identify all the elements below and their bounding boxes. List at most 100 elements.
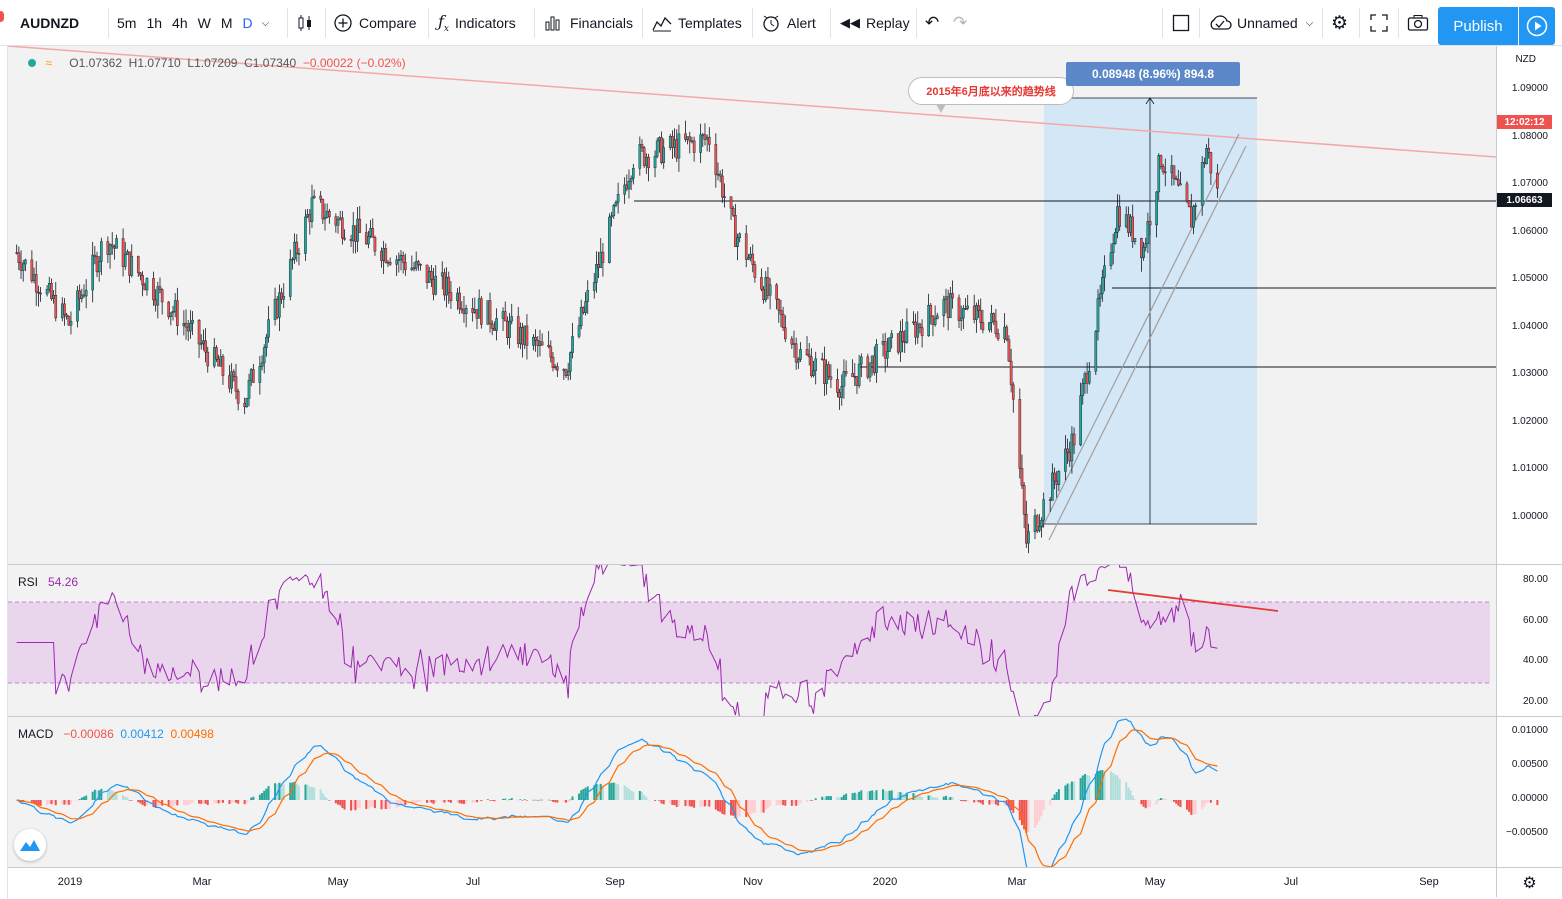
candle-body xyxy=(705,136,709,140)
candle-body xyxy=(395,259,398,265)
candle-body xyxy=(265,336,268,348)
candle-body xyxy=(768,284,772,296)
price-axis[interactable]: NZD 1.09000 1.08000 1.07000 1.06000 1.05… xyxy=(1496,46,1562,867)
macd-histogram-bar xyxy=(1144,800,1147,809)
macd-histogram-bar xyxy=(912,793,915,800)
axis-corner[interactable]: ⚙ xyxy=(1496,867,1562,897)
candle-body xyxy=(1040,519,1043,527)
macd-histogram-bar xyxy=(430,800,433,803)
templates-button[interactable]: Templates xyxy=(652,7,742,39)
candle-body xyxy=(1118,206,1121,227)
macd-histogram-bar xyxy=(814,798,817,800)
macd-histogram-bar xyxy=(304,784,307,800)
candle-body xyxy=(386,261,390,264)
timeframe-1h[interactable]: 1h xyxy=(141,15,167,31)
candle-body xyxy=(929,304,933,317)
fullscreen-toggle-button[interactable] xyxy=(1172,7,1190,39)
macd-histogram-bar xyxy=(1155,800,1158,805)
candle-body xyxy=(236,390,240,404)
macd-histogram-bar xyxy=(221,800,224,803)
chart-type-button[interactable] xyxy=(296,7,314,39)
candle-body xyxy=(493,328,496,331)
macd-histogram-bar xyxy=(191,800,194,803)
indicators-button[interactable]: ƒx Indicators xyxy=(438,7,516,39)
timeframe-4h[interactable]: 4h xyxy=(167,15,193,31)
candle-body xyxy=(1155,191,1158,226)
macd-histogram-bar xyxy=(882,789,885,800)
macd-histogram-bar xyxy=(960,800,963,802)
macd-histogram-bar xyxy=(853,792,856,800)
play-button[interactable] xyxy=(1519,7,1555,45)
candle-body xyxy=(1018,399,1022,469)
candle-body xyxy=(1127,214,1130,233)
candle-body xyxy=(1157,155,1161,193)
macd-histogram-bar xyxy=(608,783,611,800)
publish-button[interactable]: Publish xyxy=(1438,7,1518,45)
signal-line xyxy=(16,729,1218,868)
macd-histogram-bar xyxy=(701,800,704,807)
settings-button[interactable]: ⚙ xyxy=(1331,7,1348,39)
macd-histogram-bar xyxy=(91,791,94,800)
candle-body xyxy=(807,354,811,358)
candle-body xyxy=(443,272,446,296)
layout-save-button[interactable]: Unnamed ⌵ xyxy=(1208,7,1313,39)
macd-histogram-bar xyxy=(384,800,387,810)
candle-body xyxy=(76,290,79,322)
candle-body xyxy=(1094,331,1098,372)
alert-button[interactable]: Alert xyxy=(761,7,816,39)
macd-histogram-bar xyxy=(1190,800,1193,815)
logo-icon xyxy=(20,840,40,851)
candle-body xyxy=(369,228,372,237)
time-axis[interactable]: 2019 Mar May Jul Sep Nov 2020 Mar May Ju… xyxy=(8,867,1496,897)
macd-histogram-bar xyxy=(389,800,392,809)
chevron-down-icon[interactable]: ⌵ xyxy=(1306,18,1314,29)
fullscreen-button[interactable] xyxy=(1370,7,1388,39)
macd-histogram-bar xyxy=(792,800,795,806)
macd-histogram-bar xyxy=(762,800,765,813)
candle-body xyxy=(130,256,134,276)
toolbar-divider xyxy=(642,8,643,38)
candle-body xyxy=(293,241,296,260)
snapshot-button[interactable] xyxy=(1407,7,1429,39)
compare-button[interactable]: Compare xyxy=(333,7,417,39)
timeframe-w[interactable]: W xyxy=(193,15,216,31)
macd-pane[interactable]: MACD −0.00086 0.00412 0.00498 xyxy=(8,716,1496,868)
chevron-down-icon[interactable]: ⌵ xyxy=(258,18,274,29)
macd-histogram-bar xyxy=(1172,800,1175,802)
candle-body xyxy=(1209,152,1213,174)
candle-body xyxy=(990,313,993,323)
undo-button[interactable]: ↶ xyxy=(925,7,939,39)
redo-button[interactable]: ↷ xyxy=(953,7,967,39)
candle-body xyxy=(977,305,980,311)
candle-body xyxy=(412,267,416,270)
macd-histogram-bar xyxy=(525,800,528,801)
symbol-search[interactable]: AUDNZD xyxy=(20,7,79,39)
candle-body xyxy=(143,284,147,291)
macd-histogram-bar xyxy=(504,798,507,800)
candle-body xyxy=(736,237,739,247)
trendline-callout[interactable]: 2015年6月底以来的趋势线 xyxy=(908,77,1074,105)
macd-histogram-bar xyxy=(1177,800,1180,806)
macd-line xyxy=(16,718,1218,868)
macd-histogram-bar xyxy=(261,793,264,800)
timeframe-d[interactable]: D xyxy=(238,15,258,31)
macd-histogram-bar xyxy=(703,800,706,807)
timeframe-5m[interactable]: 5m xyxy=(112,15,141,31)
macd-histogram-bar xyxy=(582,788,585,800)
candle-body xyxy=(273,298,277,320)
rsi-pane[interactable]: RSI 54.26 xyxy=(8,564,1496,717)
candle-body xyxy=(440,272,444,277)
toolbar-divider xyxy=(830,8,831,38)
candle-body xyxy=(477,298,481,319)
chart-area[interactable]: 2015年6月底以来的趋势线 0.08948 (8.96%) 894.8 ≈ O… xyxy=(8,46,1496,868)
financials-button[interactable]: Financials xyxy=(544,7,633,39)
tradingview-logo[interactable] xyxy=(14,829,46,861)
countdown-tag: 12:02:12 xyxy=(1497,115,1552,129)
rsi-value: 54.26 xyxy=(48,575,79,589)
macd-histogram-bar xyxy=(61,800,64,805)
replay-button[interactable]: ◀◀ Replay xyxy=(840,7,910,39)
macd-histogram-bar xyxy=(441,800,444,802)
candle-body xyxy=(480,298,483,325)
candle-body xyxy=(215,347,218,360)
timeframe-m[interactable]: M xyxy=(216,15,238,31)
